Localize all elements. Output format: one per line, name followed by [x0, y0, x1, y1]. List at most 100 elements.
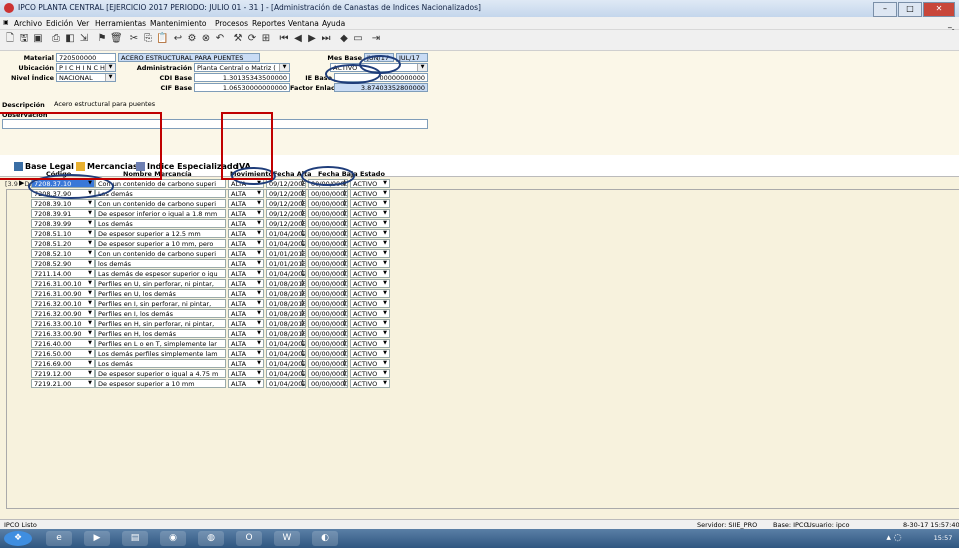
dropdown-arrow-icon[interactable]: ▼: [380, 289, 390, 298]
menu-procesos[interactable]: Procesos: [215, 19, 248, 28]
grid-cell-nombre[interactable]: Perfiles en U, sin perforar, ni pintar,: [95, 279, 226, 288]
new-icon[interactable]: 🗋: [4, 33, 16, 45]
dropdown-arrow-icon[interactable]: ▼: [380, 199, 390, 208]
dropdown-arrow-icon[interactable]: ▼: [380, 239, 390, 248]
nivel-indice-select[interactable]: NACIONAL ▼: [56, 73, 116, 82]
paste-icon[interactable]: 📋: [156, 33, 168, 45]
date-spinner-icon[interactable]: ▲ ▼: [341, 269, 348, 278]
dropdown-arrow-icon[interactable]: ▼: [254, 359, 264, 368]
date-spinner-icon[interactable]: ▲ ▼: [299, 309, 306, 318]
dropdown-arrow-icon[interactable]: ▼: [85, 339, 95, 348]
date-spinner-icon[interactable]: ▲ ▼: [341, 199, 348, 208]
stop-icon[interactable]: ⊗: [200, 33, 212, 45]
date-spinner-icon[interactable]: ▲ ▼: [341, 339, 348, 348]
media-icon[interactable]: ▶: [84, 531, 110, 546]
firefox-icon[interactable]: ◍: [198, 531, 224, 546]
dropdown-arrow-icon[interactable]: ▼: [254, 229, 264, 238]
dropdown-arrow-icon[interactable]: ▼: [380, 279, 390, 288]
dropdown-arrow-icon[interactable]: ▼: [85, 239, 95, 248]
menu-herramientas[interactable]: Herramientas: [95, 19, 146, 28]
tools-icon[interactable]: ⚒: [232, 33, 244, 45]
clock[interactable]: 15:57: [928, 531, 958, 546]
export-icon[interactable]: ⇲: [78, 33, 90, 45]
date-spinner-icon[interactable]: ▲ ▼: [299, 259, 306, 268]
dropdown-arrow-icon[interactable]: ▼: [85, 249, 95, 258]
date-spinner-icon[interactable]: ▲ ▼: [299, 199, 306, 208]
date-spinner-icon[interactable]: ▲ ▼: [341, 369, 348, 378]
date-spinner-icon[interactable]: ▲ ▼: [341, 189, 348, 198]
date-spinner-icon[interactable]: ▲ ▼: [299, 189, 306, 198]
descripcion-field[interactable]: Acero estructural para puentes: [52, 100, 222, 109]
date-spinner-icon[interactable]: ▲ ▼: [299, 279, 306, 288]
dropdown-arrow-icon[interactable]: ▼: [380, 359, 390, 368]
save-all-icon[interactable]: ▣: [32, 33, 44, 45]
date-spinner-icon[interactable]: ▲ ▼: [341, 239, 348, 248]
dropdown-arrow-icon[interactable]: ▼: [254, 319, 264, 328]
dropdown-arrow-icon[interactable]: ▼: [380, 219, 390, 228]
cdi-base-field[interactable]: 1.30135343500000: [194, 73, 290, 82]
dropdown-arrow-icon[interactable]: ▼: [380, 269, 390, 278]
refresh-icon[interactable]: ⟳: [246, 33, 258, 45]
exit-icon[interactable]: ⇥: [370, 33, 382, 45]
dropdown-arrow-icon[interactable]: ▼: [85, 209, 95, 218]
grid-cell-nombre[interactable]: Con un contenido de carbono superi: [95, 249, 226, 258]
dropdown-arrow-icon[interactable]: ▼: [254, 239, 264, 248]
grid-cell-nombre[interactable]: Los demás perfiles simplemente lam: [95, 349, 226, 358]
office-icon[interactable]: O: [236, 531, 262, 546]
dropdown-arrow-icon[interactable]: ▼: [85, 349, 95, 358]
grid-cell-nombre[interactable]: Los demás: [95, 359, 226, 368]
date-spinner-icon[interactable]: ▲ ▼: [341, 319, 348, 328]
explorer-icon[interactable]: ▤: [122, 531, 148, 546]
dropdown-arrow-icon[interactable]: ▼: [380, 259, 390, 268]
date-spinner-icon[interactable]: ▲ ▼: [341, 379, 348, 388]
dropdown-arrow-icon[interactable]: ▼: [254, 309, 264, 318]
dropdown-arrow-icon[interactable]: ▼: [85, 229, 95, 238]
date-spinner-icon[interactable]: ▲ ▼: [299, 299, 306, 308]
dropdown-arrow-icon[interactable]: ▼: [254, 209, 264, 218]
menu-icon[interactable]: ▣: [3, 19, 9, 26]
date-spinner-icon[interactable]: ▲ ▼: [299, 219, 306, 228]
cif-base-field[interactable]: 1.06530000000000: [194, 83, 290, 92]
menu-edicion[interactable]: Edición: [46, 19, 73, 28]
dropdown-arrow-icon[interactable]: ▼: [380, 349, 390, 358]
dropdown-arrow-icon[interactable]: ▼: [380, 229, 390, 238]
dropdown-arrow-icon[interactable]: ▼: [85, 259, 95, 268]
grid-cell-nombre[interactable]: los demás: [95, 259, 226, 268]
dropdown-arrow-icon[interactable]: ▼: [85, 279, 95, 288]
grid-cell-nombre[interactable]: Con un contenido de carbono superi: [95, 199, 226, 208]
grid-cell-nombre[interactable]: Perfiles en H, los demás: [95, 329, 226, 338]
date-spinner-icon[interactable]: ▲ ▼: [299, 379, 306, 388]
dropdown-arrow-icon[interactable]: ▼: [254, 329, 264, 338]
grid-cell-nombre[interactable]: Perfiles en I, los demás: [95, 309, 226, 318]
word-icon[interactable]: W: [274, 531, 300, 546]
print-icon[interactable]: ⎙: [50, 33, 62, 45]
grid-cell-nombre[interactable]: De espesor superior o igual a 4.75 m: [95, 369, 226, 378]
date-spinner-icon[interactable]: ▲ ▼: [299, 369, 306, 378]
dropdown-arrow-icon[interactable]: ▼: [380, 339, 390, 348]
dropdown-arrow-icon[interactable]: ▼: [85, 329, 95, 338]
find-icon[interactable]: ⚙: [186, 33, 198, 45]
dropdown-arrow-icon[interactable]: ▼: [85, 379, 95, 388]
grid-cell-nombre[interactable]: De espesor superior a 12.5 mm: [95, 229, 226, 238]
grid-cell-nombre[interactable]: Con un contenido de carbono superi: [95, 179, 226, 188]
date-spinner-icon[interactable]: ▲ ▼: [341, 349, 348, 358]
material-code-field[interactable]: 720500000: [56, 53, 116, 62]
folder-icon[interactable]: ▭: [352, 33, 364, 45]
dropdown-arrow-icon[interactable]: ▼: [254, 349, 264, 358]
grid-cell-nombre[interactable]: Los demás: [95, 189, 226, 198]
chrome-icon[interactable]: ◉: [160, 531, 186, 546]
dropdown-arrow-icon[interactable]: ▼: [85, 359, 95, 368]
menu-reportes[interactable]: Reportes: [252, 19, 285, 28]
menu-ayuda[interactable]: Ayuda: [322, 19, 345, 28]
preview-icon[interactable]: ◧: [64, 33, 76, 45]
undo-icon[interactable]: ↶: [214, 33, 226, 45]
dropdown-arrow-icon[interactable]: ▼: [380, 379, 390, 388]
dropdown-arrow-icon[interactable]: ▼: [85, 309, 95, 318]
dropdown-arrow-icon[interactable]: ▼: [380, 209, 390, 218]
dropdown-arrow-icon[interactable]: ▼: [254, 279, 264, 288]
start-icon[interactable]: ❖: [4, 531, 32, 546]
dropdown-arrow-icon[interactable]: ▼: [254, 249, 264, 258]
dropdown-arrow-icon[interactable]: ▼: [380, 179, 390, 188]
dropdown-arrow-icon[interactable]: ▼: [254, 339, 264, 348]
prev-icon[interactable]: ◀: [292, 33, 304, 45]
